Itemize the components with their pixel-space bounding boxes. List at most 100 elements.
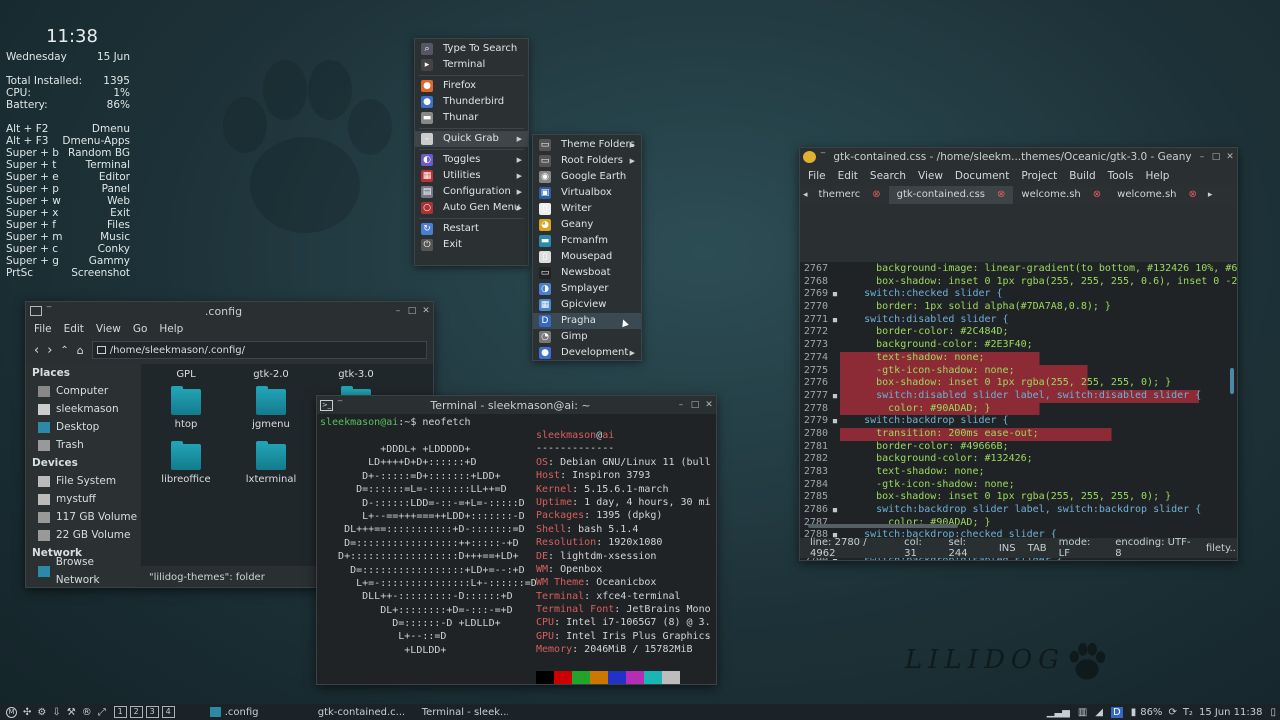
root-menu-item[interactable]: ◐ Toggles ▶ [415,152,528,168]
editor-tab[interactable]: gtk-contained.css ⊗ [888,186,1014,204]
submenu-item[interactable]: ● Development ▶ [533,345,641,361]
submenu-item[interactable]: ▯ Writer [533,201,641,217]
fullscreen-icon[interactable]: ⤢ [98,707,106,718]
workspace-button[interactable]: 2 [129,706,143,718]
taskbar-button[interactable]: .config [209,707,300,718]
back-icon[interactable]: ‹ [34,343,39,358]
submenu-item[interactable]: ◔ Gimp [533,329,641,345]
geany-menu-edit[interactable]: Edit [838,170,858,182]
sidebar-item-22-gb-volume[interactable]: 22 GB Volume [26,526,139,544]
taskbar-button[interactable]: gtk-contained.c... [314,707,404,718]
root-menu-item[interactable]: ● Firefox [415,78,528,94]
geany-menu-tools[interactable]: Tools [1108,170,1134,182]
submenu-item[interactable]: ▭ Theme Folders ▶ [533,137,641,153]
registered-icon[interactable]: ® [82,707,92,718]
sidebar-item-mystuff[interactable]: mystuff [26,490,139,508]
gear-icon[interactable]: ⚙ [37,707,46,718]
editor-tab[interactable]: welcome.sh ⊗ [1109,186,1205,204]
file-item[interactable]: jgmenu [236,386,306,430]
close-icon[interactable]: ✕ [1223,152,1237,162]
fm-menu-help[interactable]: Help [159,323,183,335]
file-item[interactable]: htop [151,386,221,430]
download-icon[interactable]: ⇩ [52,707,60,718]
root-menu-item[interactable]: ▤ Configuration ▶ [415,184,528,200]
submenu-item[interactable]: ◉ Google Earth [533,169,641,185]
submenu-item[interactable]: ▭ Newsboat [533,265,641,281]
sidebar-item-browse-network[interactable]: Browse Network [26,556,139,586]
submenu-item[interactable]: D Pragha ▲ [533,313,641,329]
file-item[interactable]: gtk-2.0 [236,369,306,380]
root-menu-item[interactable]: ● Thunderbird [415,94,528,110]
submenu-item[interactable]: ▣ Virtualbox [533,185,641,201]
settings-icon[interactable]: ⚒ [67,707,76,718]
tools-icon[interactable]: ✣ [23,707,31,718]
sidebar-item-computer[interactable]: Computer [26,382,139,400]
path-bar[interactable]: /home/sleekmason/.config/ [91,341,427,359]
geany-titlebar[interactable]: ‾ gtk-contained.css - /home/sleekm...the… [800,148,1237,166]
input-indicator[interactable]: T₂ [1183,707,1193,718]
file-item[interactable]: libreoffice [151,441,221,485]
fm-menu-go[interactable]: Go [133,323,148,335]
terminal-body[interactable]: sleekmason@ai:~$ neofetch +DDDL+ +LDDDDD… [317,414,716,684]
fold-marker-icon[interactable]: ■ [830,288,840,301]
editor-tab[interactable]: welcome.sh ⊗ [1013,186,1109,204]
root-menu-item[interactable]: ○ Auto Gen Menu ▶ [415,200,528,216]
battery-icon[interactable]: ▮ [1131,707,1137,718]
forward-icon[interactable]: › [47,343,52,358]
fold-marker-icon[interactable]: ■ [830,415,840,428]
fm-menu-view[interactable]: View [96,323,121,335]
panel-clock[interactable]: 15 Jun 11:38 [1199,707,1263,718]
geany-menu-search[interactable]: Search [870,170,906,182]
sidebar-item-file-system[interactable]: File System [26,472,139,490]
taskbar-button[interactable]: Terminal - sleek... [418,707,508,718]
home-icon[interactable]: ⌂ [77,344,84,357]
geany-menu-help[interactable]: Help [1146,170,1170,182]
minimize-icon[interactable]: – [1195,152,1209,162]
geany-menu-document[interactable]: Document [955,170,1009,182]
sidebar-item-trash[interactable]: Trash [26,436,139,454]
workspace-button[interactable]: 4 [161,706,175,718]
maximize-icon[interactable]: □ [1209,152,1223,162]
file-item[interactable]: GPL [151,369,221,380]
root-menu-item[interactable]: ⌕ Type To Search [415,41,528,57]
file-item[interactable]: gtk-3.0 [321,369,391,380]
refresh-icon[interactable]: ⟳ [1168,707,1176,718]
geany-menu-view[interactable]: View [918,170,943,182]
close-icon[interactable]: ✕ [419,306,433,316]
fm-menu-edit[interactable]: Edit [64,323,84,335]
workspace-button[interactable]: 3 [145,706,159,718]
sidebar-item-117-gb-volume[interactable]: 117 GB Volume [26,508,139,526]
menu-icon[interactable]: ‾ [42,306,56,316]
editor-scrollbar[interactable] [1230,368,1234,394]
menu-icon[interactable]: ‾ [333,400,347,410]
submenu-item[interactable]: ▭ Root Folders ▶ [533,153,641,169]
editor-tab[interactable]: themerc ⊗ [811,186,889,204]
root-menu-item[interactable]: ▸ Terminal [415,57,528,73]
tab-scroll-right-icon[interactable]: ▸ [1205,190,1216,200]
launcher-icon[interactable]: M [6,706,17,718]
file-item[interactable]: lxterminal [236,441,306,485]
menu-icon[interactable]: ‾ [816,152,830,162]
fm-titlebar[interactable]: ‾ .config – □ ✕ [26,302,433,320]
workspace-button[interactable]: 1 [113,706,127,718]
submenu-item[interactable]: ▯ Mousepad [533,249,641,265]
close-tab-icon[interactable]: ⊗ [872,186,880,204]
pragha-tray-icon[interactable]: D [1110,706,1123,718]
close-icon[interactable]: ✕ [702,400,716,410]
show-desktop-icon[interactable]: ▯ [1270,707,1276,718]
maximize-icon[interactable]: □ [688,400,702,410]
terminal-titlebar[interactable]: >_ ‾ Terminal - sleekmason@ai: ~ – □ ✕ [317,396,716,414]
minimize-icon[interactable]: – [391,306,405,316]
horizontal-scrollbar[interactable] [808,524,958,528]
geany-menu-build[interactable]: Build [1069,170,1095,182]
sidebar-item-sleekmason[interactable]: sleekmason [26,400,139,418]
volume-icon[interactable]: ◢ [1095,707,1103,718]
fm-menu-file[interactable]: File [34,323,52,335]
fold-marker-icon[interactable]: ■ [830,314,840,327]
close-tab-icon[interactable]: ⊗ [997,186,1005,204]
root-menu-item[interactable]: ▬ Thunar [415,110,528,126]
signal-icon[interactable]: ▁▃▅ [1047,707,1070,718]
maximize-icon[interactable]: □ [405,306,419,316]
code-editor[interactable]: 2767 background-image: linear-gradient(t… [800,262,1237,560]
submenu-item[interactable]: ▬ Pcmanfm [533,233,641,249]
